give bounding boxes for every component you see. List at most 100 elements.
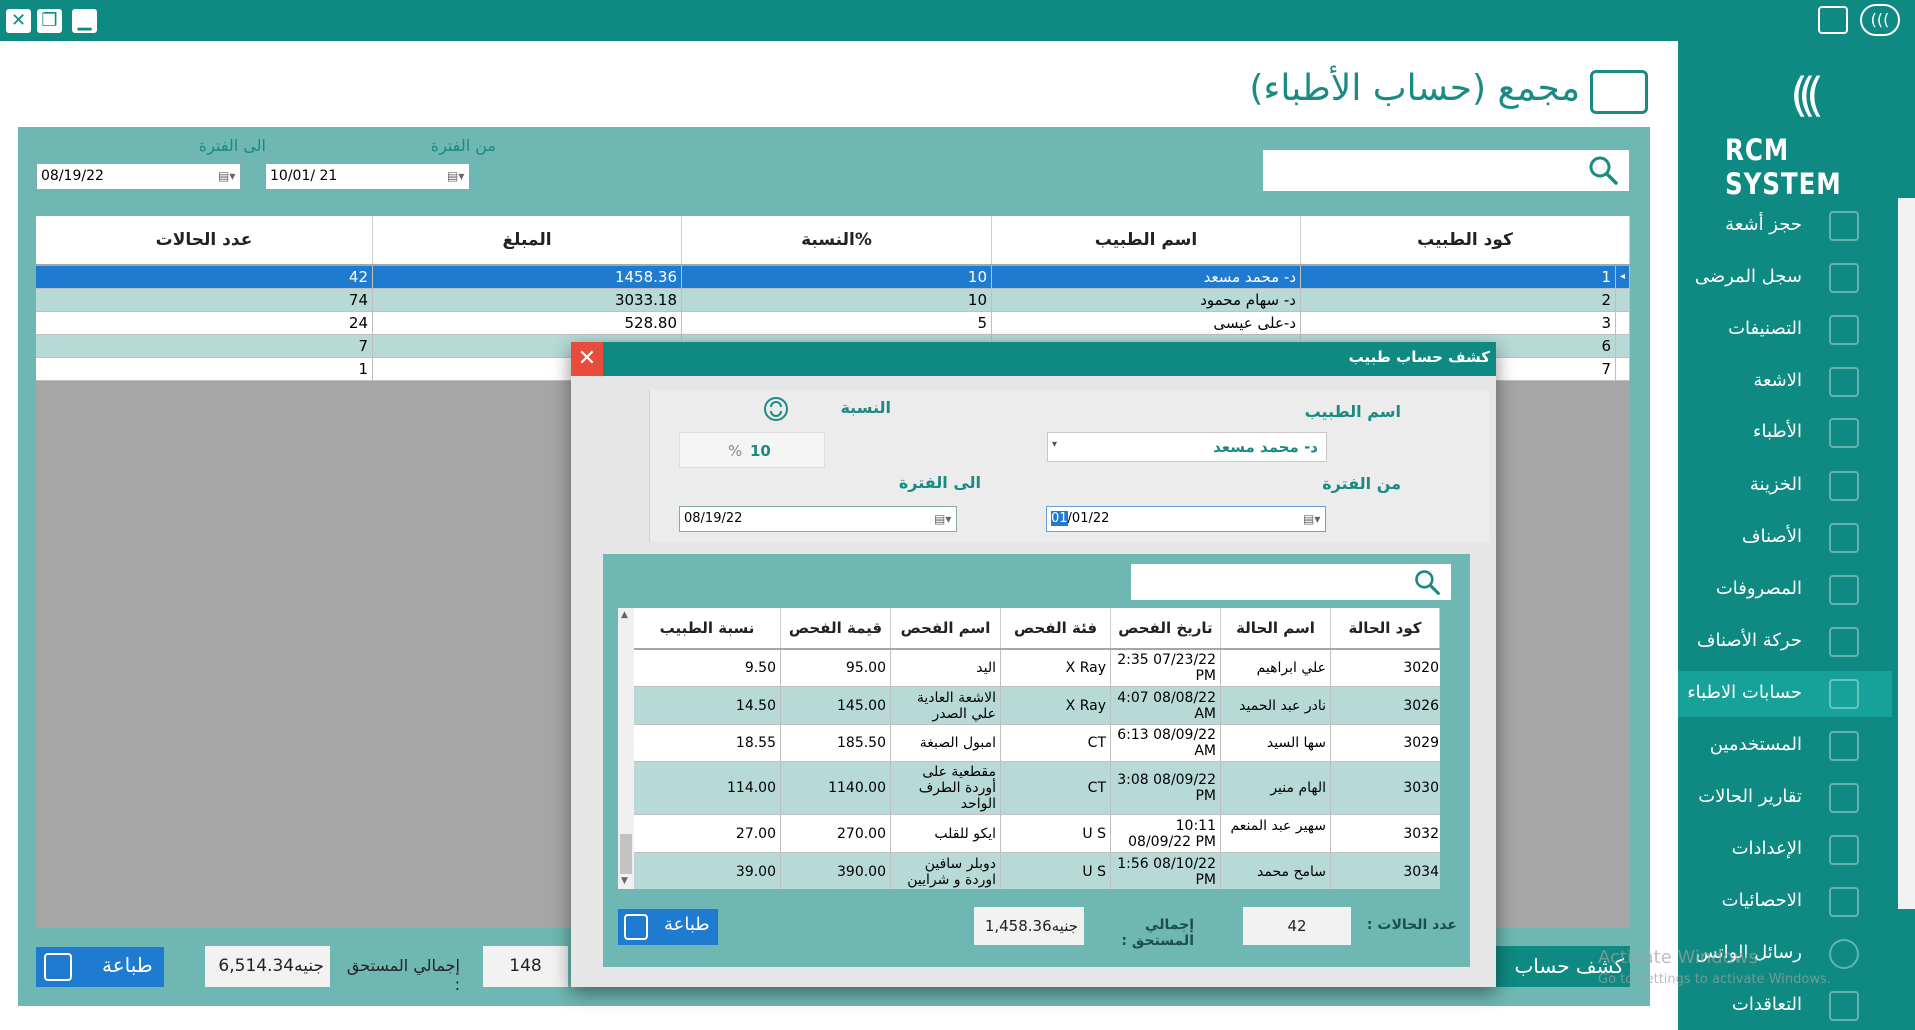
table-row[interactable]: 3026 نادر عبد الحميد 4:07 08/08/22 AM X …: [634, 687, 1440, 725]
cell-exam-date: 1:56 08/10/22 PM: [1111, 853, 1221, 889]
table-row[interactable]: 3020 علي ابراهيم 2:35 07/23/22 PM X Ray …: [634, 650, 1440, 687]
dialog-to-date-picker[interactable]: 08/19/22 ▤▾: [679, 506, 957, 532]
sidebar-item-users[interactable]: المستخدمين: [1678, 723, 1892, 769]
calendar-dropdown-icon[interactable]: ▤▾: [934, 511, 951, 527]
sidebar-item-settings[interactable]: الإعدادات: [1678, 827, 1892, 873]
to-date-picker[interactable]: 08/19/22 ▤▾: [36, 163, 241, 190]
cell-case-code: 3030: [1331, 762, 1440, 815]
exams-table-scrollbar[interactable]: ▲ ▼: [618, 608, 634, 889]
print-button-label: طباعة: [102, 953, 153, 977]
sidebar-item-doctors[interactable]: الأطباء: [1678, 410, 1892, 456]
sidebar-item-contracts[interactable]: التعاقدات: [1678, 983, 1892, 1029]
table-row[interactable]: 2 د- سهام محمود 10 3033.18 74: [36, 289, 1630, 312]
cell-exam-date: 2:35 07/23/22 PM: [1111, 650, 1221, 687]
sidebar-item-label: حركة الأصناف: [1696, 630, 1802, 651]
sidebar-item-radiology[interactable]: الاشعة: [1678, 359, 1892, 405]
column-header-doctor-share[interactable]: نسبة الطبيب: [634, 608, 781, 648]
to-date-value: 08/19/22: [41, 168, 104, 184]
minimize-window-button[interactable]: ▁: [72, 9, 97, 33]
column-header-exam-date[interactable]: تاريخ الفحص: [1111, 608, 1221, 648]
restore-window-button[interactable]: ❐: [37, 9, 62, 33]
table-row[interactable]: 3032 سهير عبد المنعم 10:11 08/09/22 PM U…: [634, 815, 1440, 853]
calendar-dropdown-icon[interactable]: ▤▾: [218, 168, 235, 184]
sidebar-item-label: الخزينة: [1749, 474, 1802, 495]
sidebar-item-categories[interactable]: التصنيفات: [1678, 307, 1892, 353]
cell-percentage: 10: [682, 289, 992, 312]
doctor-accounts-icon: [1829, 679, 1859, 709]
sidebar-item-label: حسابات الاطباء: [1687, 682, 1802, 703]
table-row[interactable]: 3029 سها السيد 6:13 08/09/22 AM CT امبول…: [634, 725, 1440, 762]
close-window-button[interactable]: ✕: [6, 9, 31, 33]
sidebar-item-label: تقارير الحالات: [1698, 786, 1802, 807]
dropdown-arrow-icon[interactable]: ▾: [1052, 439, 1057, 450]
cell-exam-value: 270.00: [781, 815, 891, 853]
table-row[interactable]: 3034 سامح محمد 1:56 08/10/22 PM U S دوبل…: [634, 853, 1440, 889]
column-header-doctor-name[interactable]: اسم الطبيب: [992, 216, 1301, 264]
calendar-dropdown-icon[interactable]: ▤▾: [1303, 511, 1320, 527]
column-header-doctor-code[interactable]: كود الطبيب: [1301, 216, 1630, 264]
refresh-icon[interactable]: [763, 396, 789, 422]
scroll-thumb[interactable]: [620, 834, 632, 874]
cell-doctor-code: 1: [1301, 266, 1616, 289]
row-selector: [1616, 335, 1630, 358]
scroll-down-icon[interactable]: ▼: [621, 876, 628, 886]
column-header-exam-category[interactable]: فئة الفحص: [1001, 608, 1111, 648]
column-header-case-name[interactable]: اسم الحالة: [1221, 608, 1331, 648]
column-header-percentage[interactable]: النسبة%: [682, 216, 992, 264]
sidebar-item-expenses[interactable]: المصروفات: [1678, 567, 1892, 613]
column-header-exam-name[interactable]: اسم الفحص: [891, 608, 1001, 648]
cell-case-name: نادر عبد الحميد: [1221, 687, 1331, 725]
cell-exam-category: CT: [1001, 725, 1111, 762]
computer-lock-icon[interactable]: [1818, 6, 1848, 34]
search-icon[interactable]: [1587, 154, 1619, 186]
sidebar-item-patient-records[interactable]: سجل المرضى: [1678, 255, 1892, 301]
column-header-case-count[interactable]: عدد الحالات: [36, 216, 373, 264]
scroll-up-icon[interactable]: ▲: [621, 610, 628, 620]
sidebar-item-case-reports[interactable]: تقارير الحالات: [1678, 775, 1892, 821]
total-due-label: إجمالي المستحق :: [346, 956, 460, 994]
cell-doctor-code: 3: [1301, 312, 1616, 335]
search-input[interactable]: [1263, 150, 1629, 191]
sidebar-item-item-movement[interactable]: حركة الأصناف: [1678, 619, 1892, 665]
dialog-print-label: طباعة: [664, 914, 710, 935]
cell-case-name: علي ابراهيم: [1221, 650, 1331, 687]
dialog-close-button[interactable]: ✕: [571, 342, 603, 376]
from-date-picker[interactable]: 10/01/ 21 ▤▾: [265, 163, 470, 190]
sidebar-item-doctor-accounts[interactable]: حسابات الاطباء: [1678, 671, 1892, 717]
dialog-print-button[interactable]: طباعة: [618, 909, 718, 945]
cell-doctor-share: 18.55: [634, 725, 781, 762]
cell-exam-date: 3:08 08/09/22 PM: [1111, 762, 1221, 815]
sidebar-scrollbar[interactable]: [1898, 198, 1915, 909]
sidebar-item-radiology-booking[interactable]: حجز أشعة: [1678, 203, 1892, 249]
dialog-from-date-picker[interactable]: 01/01/22 ▤▾: [1046, 506, 1326, 532]
cell-case-count: 7: [36, 335, 373, 358]
ratio-label: النسبة: [840, 398, 891, 417]
doctor-statement-dialog: ✕ كشف حساب طبيب اسم الطبيب النسبة ▾ د- م…: [571, 342, 1496, 987]
cell-case-code: 3029: [1331, 725, 1440, 762]
table-row[interactable]: ◂ 1 د- محمد مسعد 10 1458.36 42: [36, 266, 1630, 289]
table-row[interactable]: 3030 الهام منير 3:08 08/09/22 PM CT مقطع…: [634, 762, 1440, 815]
column-header-exam-value[interactable]: قيمة الفحص: [781, 608, 891, 648]
table-row[interactable]: 3 د-على عيسى 5 528.80 24: [36, 312, 1630, 335]
dialog-search-input[interactable]: [1131, 564, 1451, 600]
sidebar-item-label: سجل المرضى: [1694, 266, 1802, 287]
title-bar: ✕ ❐ ▁ (((: [0, 0, 1915, 41]
ratio-field[interactable]: % 10: [679, 432, 825, 468]
print-button[interactable]: طباعة: [36, 947, 164, 987]
row-selector: [1616, 358, 1630, 381]
sidebar-item-treasury[interactable]: الخزينة: [1678, 463, 1892, 509]
items-icon: [1829, 523, 1859, 553]
doctor-select[interactable]: ▾ د- محمد مسعد: [1047, 432, 1327, 462]
doctor-accounts-title-icon: [1590, 70, 1648, 114]
sidebar-item-statistics[interactable]: الاحصائيات: [1678, 879, 1892, 925]
calendar-dropdown-icon[interactable]: ▤▾: [447, 168, 464, 184]
row-selector: [1616, 312, 1630, 335]
sidebar-item-items[interactable]: الأصناف: [1678, 515, 1892, 561]
search-icon[interactable]: [1413, 568, 1441, 596]
contracts-icon: [1829, 991, 1859, 1021]
cell-exam-name: مقطعية على أوردة الطرف الواحد: [891, 762, 1001, 815]
cell-doctor-share: 39.00: [634, 853, 781, 889]
doctor-select-value: د- محمد مسعد: [1213, 438, 1318, 456]
column-header-case-code[interactable]: كود الحالة: [1331, 608, 1440, 648]
column-header-amount[interactable]: المبلغ: [373, 216, 682, 264]
